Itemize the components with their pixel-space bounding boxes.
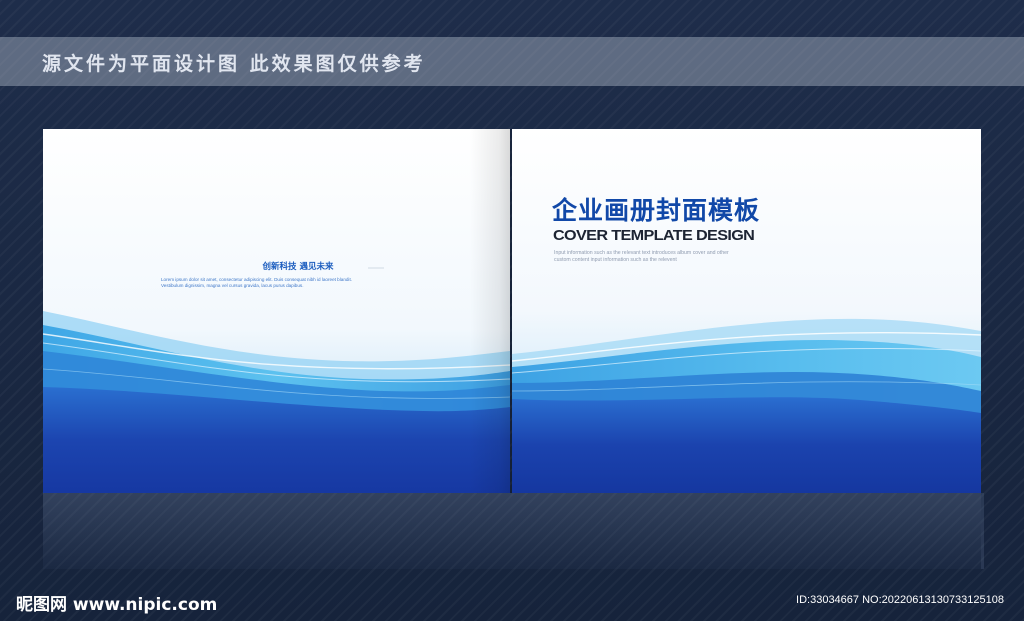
wave-artwork-right [512,129,981,493]
reflection-edge [981,493,984,569]
slogan-body-text: Lorem ipsum dolor sit amet, consectetur … [161,277,371,289]
site-logo: 昵图网 www.nipic.com [16,595,218,615]
spine-shadow [470,129,512,493]
image-id-text: ID:33034667 NO:20220613130733125108 [796,594,1004,606]
brochure-back-cover: 创新科技 遇见未来 Lorem ipsum dolor sit amet, co… [43,129,510,493]
body-line: Vestibulum dignissim, magna vel cursus g… [161,283,304,289]
wave-artwork-left [43,129,510,493]
description-line: Input information such as the relevant t… [554,250,729,256]
brochure-front-cover: 企业画册封面模板 COVER TEMPLATE DESIGN Input inf… [512,129,981,493]
watermark-text: 源文件为平面设计图 此效果图仅供参考 [42,53,426,75]
description-line: custom content input information such as… [554,257,677,264]
cover-title: 企业画册封面模板 [552,196,761,225]
cover-description: Input information such as the relevant t… [554,250,814,264]
floor-reflection [43,493,981,569]
slogan: 创新科技 遇见未来 [262,262,334,272]
cover-subtitle: COVER TEMPLATE DESIGN [553,227,755,244]
